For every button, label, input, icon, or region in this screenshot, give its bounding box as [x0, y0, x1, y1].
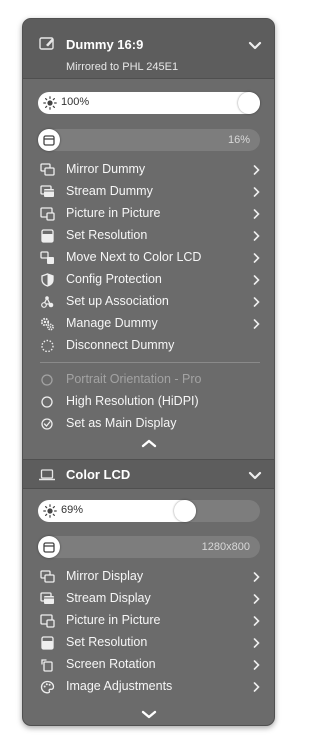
resolution-icon [41, 636, 54, 650]
sun-icon [43, 504, 57, 518]
resolution-icon [41, 229, 54, 243]
chevron-right-icon [253, 253, 260, 263]
chevron-right-icon [253, 682, 260, 692]
stream-icon [40, 592, 54, 604]
chevron-right-icon [253, 572, 260, 582]
menu-item-move-next-to[interactable]: Move Next to Color LCD [23, 247, 274, 269]
color-lcd-title: Color LCD [66, 467, 131, 482]
chevron-right-icon [253, 165, 260, 175]
menu-item-label: Mirror Dummy [66, 162, 146, 176]
brightness-value: 69% [61, 504, 84, 516]
menu-item-label: Set Resolution [66, 228, 148, 242]
option-set-as-main-display[interactable]: Set as Main Display [23, 413, 274, 435]
menu-item-label: Move Next to Color LCD [66, 250, 202, 264]
chevron-right-icon [253, 209, 260, 219]
dummy-secondary-slider[interactable]: 16% [38, 129, 260, 151]
radio-off-icon [41, 396, 53, 408]
menu-item-label: Screen Rotation [66, 657, 156, 671]
mirror-icon [40, 570, 55, 583]
menu-item-label: Stream Display [66, 591, 151, 605]
menu-item-label: Disconnect Dummy [66, 338, 175, 352]
menu-item-label: Set Resolution [66, 635, 148, 649]
chevron-right-icon [253, 594, 260, 604]
dummy-brightness-slider[interactable]: 100% [38, 92, 260, 114]
brightness-value: 100% [61, 96, 90, 108]
slider-knob[interactable] [174, 500, 196, 522]
option-label: Portrait Orientation - Pro [66, 372, 202, 386]
menu-item-label: Image Adjustments [66, 679, 173, 693]
checkmark-circle-icon [41, 418, 53, 430]
menu-item-manage-dummy[interactable]: Manage Dummy [23, 313, 274, 335]
menu-item-config-protection[interactable]: Config Protection [23, 269, 274, 291]
chevron-down-icon[interactable] [248, 41, 262, 51]
menu-item-mirror-display[interactable]: Mirror Display [23, 566, 274, 588]
gears-icon [40, 317, 54, 331]
dummy-display-header[interactable]: Dummy 16:9 Mirrored to PHL 245E1 [23, 19, 274, 79]
disconnect-icon [41, 339, 54, 353]
stream-icon [40, 185, 54, 197]
pip-icon [40, 614, 55, 628]
chevron-right-icon [253, 638, 260, 648]
menu-item-label: Picture in Picture [66, 206, 161, 220]
chevron-right-icon [253, 187, 260, 197]
menu-item-screen-rotation[interactable]: Screen Rotation [23, 654, 274, 676]
color-lcd-header[interactable]: Color LCD [23, 459, 274, 489]
shield-icon [41, 273, 54, 287]
option-high-resolution[interactable]: High Resolution (HiDPI) [23, 391, 274, 413]
menu-item-set-resolution[interactable]: Set Resolution [23, 632, 274, 654]
chevron-up-icon[interactable] [141, 438, 157, 448]
menu-item-picture-in-picture[interactable]: Picture in Picture [23, 203, 274, 225]
secondary-value: 16% [227, 134, 250, 146]
resolution-value: 1280x800 [201, 541, 250, 553]
chevron-right-icon [253, 297, 260, 307]
palette-icon [40, 680, 55, 694]
dummy-display-subtitle: Mirrored to PHL 245E1 [66, 61, 179, 73]
lcd-resolution-slider[interactable]: 1280x800 [38, 536, 260, 558]
chevron-right-icon [253, 660, 260, 670]
menu-item-stream-dummy[interactable]: Stream Dummy [23, 181, 274, 203]
menu-item-label: Mirror Display [66, 569, 144, 583]
chevron-right-icon [253, 616, 260, 626]
menu-divider [40, 362, 260, 363]
menu-item-label: Stream Dummy [66, 184, 153, 198]
radio-off-icon [41, 374, 53, 386]
mirror-icon [40, 163, 55, 176]
menu-item-disconnect-dummy[interactable]: Disconnect Dummy [23, 335, 274, 357]
laptop-icon [39, 469, 55, 481]
display-menu-panel: Dummy 16:9 Mirrored to PHL 245E1 100% 16… [22, 18, 275, 726]
chevron-down-icon[interactable] [248, 471, 262, 481]
option-label: High Resolution (HiDPI) [66, 394, 199, 408]
dummy-display-title: Dummy 16:9 [66, 37, 144, 52]
chevron-right-icon [253, 275, 260, 285]
chevron-down-icon[interactable] [141, 710, 157, 720]
lcd-brightness-slider[interactable]: 69% [38, 500, 260, 522]
menu-item-label: Config Protection [66, 272, 162, 286]
menu-item-picture-in-picture[interactable]: Picture in Picture [23, 610, 274, 632]
display-dim-icon [43, 135, 55, 146]
option-portrait-orientation: Portrait Orientation - Pro [23, 369, 274, 391]
chevron-right-icon [253, 319, 260, 329]
menu-item-label: Manage Dummy [66, 316, 158, 330]
menu-item-set-up-association[interactable]: Set up Association [23, 291, 274, 313]
menu-item-stream-display[interactable]: Stream Display [23, 588, 274, 610]
menu-item-set-resolution[interactable]: Set Resolution [23, 225, 274, 247]
display-dim-icon [43, 542, 55, 553]
menu-item-label: Set up Association [66, 294, 169, 308]
move-icon [40, 251, 54, 264]
rotation-icon [41, 659, 53, 672]
sun-icon [43, 96, 57, 110]
chevron-right-icon [253, 231, 260, 241]
menu-item-mirror-dummy[interactable]: Mirror Dummy [23, 159, 274, 181]
option-label: Set as Main Display [66, 416, 177, 430]
pip-icon [40, 207, 55, 221]
slider-knob[interactable] [238, 92, 260, 114]
menu-item-image-adjustments[interactable]: Image Adjustments [23, 676, 274, 698]
menu-item-label: Picture in Picture [66, 613, 161, 627]
display-edit-icon [39, 37, 54, 50]
association-icon [41, 296, 54, 308]
